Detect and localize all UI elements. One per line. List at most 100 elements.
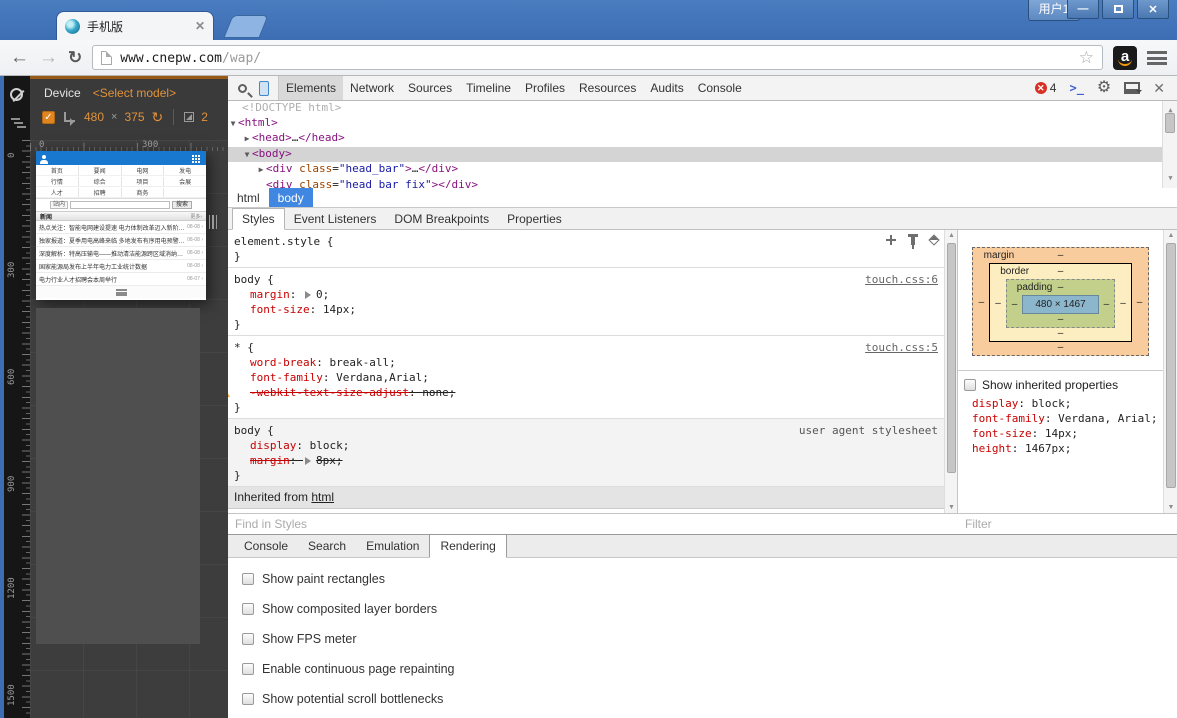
scroll-down-icon[interactable]: ▼ (1164, 504, 1177, 511)
stylesheet-link[interactable]: touch.css:6 (865, 272, 938, 287)
metrics-filter-input[interactable] (958, 514, 1177, 534)
pin-icon[interactable] (911, 236, 915, 245)
scroll-down-icon[interactable]: ▼ (945, 504, 958, 511)
device-model-select[interactable]: <Select model> (93, 86, 176, 100)
apps-grid-icon[interactable] (192, 155, 194, 157)
crumb-body[interactable]: body (269, 188, 313, 207)
scroll-thumb[interactable] (947, 243, 956, 473)
devtools-close-icon[interactable]: ✕ (1153, 80, 1165, 97)
settings-gear-icon[interactable]: ⚙ (1097, 80, 1111, 96)
scroll-down-icon[interactable]: ▼ (1163, 171, 1177, 186)
css-property[interactable]: margin0 (234, 287, 938, 302)
tab-event-listeners[interactable]: Event Listeners (285, 209, 386, 229)
tab-close-icon[interactable]: ✕ (195, 19, 205, 33)
device-height-field[interactable]: 375 (124, 110, 144, 124)
computed-property[interactable]: displayblock (972, 396, 1159, 411)
back-button[interactable]: ← (10, 48, 29, 67)
element-state-icon[interactable] (928, 234, 939, 245)
mobile-search-input[interactable] (70, 201, 170, 209)
tree-row-div-headbar[interactable]: ▶<div class="head_bar">…</div> (228, 162, 1177, 178)
css-property[interactable]: font-familyVerdana,Arial (234, 370, 938, 385)
style-rule-body-useragent[interactable]: user agent stylesheet body displayblock … (228, 419, 944, 487)
nav-link[interactable]: 综合 (79, 177, 122, 186)
fps-meter-checkbox[interactable] (242, 633, 254, 645)
error-count-badge[interactable]: ✕ 4 (1035, 81, 1057, 95)
css-property[interactable]: font-size14px (234, 302, 938, 317)
section-more-link[interactable]: 更多› (190, 213, 202, 220)
expand-shorthand-icon[interactable] (305, 457, 315, 465)
tab-sources[interactable]: Sources (401, 76, 459, 100)
expand-arrow[interactable]: ▶ (256, 163, 266, 178)
address-bar[interactable]: www.cnepw.com/wap/ ☆ (92, 45, 1103, 70)
nav-link[interactable]: 项目 (122, 177, 165, 186)
style-rule-element[interactable]: element.style (228, 230, 944, 268)
forward-button[interactable]: → (39, 48, 58, 67)
device-width-field[interactable]: 480 (84, 110, 104, 124)
computed-property[interactable]: height1467px (972, 441, 1159, 456)
css-property[interactable]: displayblock (234, 438, 938, 453)
rotate-refresh-icon[interactable]: ↻ (152, 110, 164, 124)
show-inherited-checkbox[interactable] (964, 379, 976, 391)
maximize-button[interactable] (1102, 0, 1134, 19)
drawer-tab-console[interactable]: Console (234, 535, 298, 557)
drawer-tab-emulation[interactable]: Emulation (356, 535, 429, 557)
drawer-tab-search[interactable]: Search (298, 535, 356, 557)
tab-dom-breakpoints[interactable]: DOM Breakpoints (385, 209, 498, 229)
style-rule-star-touchcss[interactable]: touch.css:5 * word-breakbreak-all font-f… (228, 336, 944, 419)
layers-icon[interactable] (11, 118, 25, 130)
style-rule-body-touchcss[interactable]: touch.css:6 body margin0 font-size14px (228, 268, 944, 336)
nav-link[interactable]: 商务 (122, 188, 165, 197)
device-mode-icon[interactable] (259, 81, 269, 96)
mobile-footer-menu[interactable] (36, 286, 206, 298)
news-item[interactable]: 独家报道：夏季用电高峰来临 多地发布有序用电预警通知 08-08 › (36, 234, 206, 247)
news-item[interactable]: 热点关注：智能电网建设提速 电力体制改革迈入新阶段，高效节能 08-08 › (36, 221, 206, 234)
nav-link[interactable]: 行情 (36, 177, 79, 186)
css-property-disabled[interactable]: margin8px (234, 453, 938, 468)
scroll-bottlenecks-checkbox[interactable] (242, 693, 254, 705)
news-item[interactable]: 深度解析：特高压输电——推动清洁能源跨区域消纳提速 08-08 › (36, 247, 206, 260)
expand-arrow[interactable]: ▼ (242, 148, 252, 163)
scroll-up-icon[interactable]: ▲ (945, 232, 958, 239)
tab-profiles[interactable]: Profiles (518, 76, 572, 100)
news-item[interactable]: 国家能源局发布上半年电力工业统计数据 08-08 › (36, 260, 206, 273)
find-in-styles-input[interactable] (228, 514, 958, 534)
tree-row-div-headbarfix[interactable]: <div class="head_bar_fix"></div> (228, 178, 1177, 188)
minimize-button[interactable]: — (1067, 0, 1099, 19)
tab-console[interactable]: Console (691, 76, 749, 100)
tree-row-head[interactable]: ▶<head>…</head> (228, 131, 1177, 147)
tree-scrollbar[interactable]: ▲ ▼ (1162, 101, 1177, 188)
expand-arrow[interactable]: ▼ (228, 117, 238, 132)
new-tab-button[interactable] (223, 15, 268, 38)
user-icon[interactable] (41, 158, 46, 162)
box-model-padding[interactable]: padding– – 480 × 1467 – – (1006, 279, 1115, 328)
stylesheet-link[interactable]: touch.css:5 (865, 340, 938, 355)
expand-arrow[interactable]: ▶ (242, 132, 252, 147)
mobile-search-button[interactable]: 搜索 (172, 201, 192, 209)
scroll-thumb[interactable] (1166, 243, 1176, 488)
inspect-element-icon[interactable] (238, 84, 247, 93)
nav-link[interactable]: 发电 (164, 166, 206, 175)
fit-screen-icon[interactable] (184, 112, 194, 122)
inherited-html-link[interactable]: html (311, 490, 334, 504)
viewport-resize-handle[interactable] (209, 215, 217, 229)
console-drawer-icon[interactable]: >_ (1069, 81, 1083, 95)
styles-scrollbar[interactable]: ▲ ▼ (944, 230, 957, 513)
device-pixel-ratio[interactable]: 2 (201, 110, 208, 124)
crumb-html[interactable]: html (228, 188, 269, 207)
nav-link[interactable]: 首页 (36, 166, 79, 175)
tab-styles[interactable]: Styles (232, 208, 285, 230)
drawer-tab-rendering[interactable]: Rendering (429, 534, 506, 558)
box-model-border[interactable]: border– – padding– – 480 × 1467 (989, 263, 1132, 342)
box-model-margin[interactable]: margin– – border– – padding– (972, 247, 1150, 356)
scroll-thumb[interactable] (1165, 113, 1175, 133)
scroll-up-icon[interactable]: ▲ (1164, 232, 1177, 239)
tab-elements[interactable]: Elements (279, 76, 343, 100)
emulated-page-viewport[interactable]: 首页 要闻 电网 发电 行情 综合 项目 会展 人才 招聘 商务 (36, 151, 206, 300)
expand-shorthand-icon[interactable] (305, 291, 315, 299)
tree-row-body-selected[interactable]: ▼<body> (228, 147, 1177, 163)
continuous-repaint-checkbox[interactable] (242, 663, 254, 675)
tab-resources[interactable]: Resources (572, 76, 643, 100)
computed-property[interactable]: font-familyVerdana, Arial (972, 411, 1159, 426)
add-style-rule-icon[interactable] (886, 235, 896, 245)
browser-tab[interactable]: 手机版 ✕ (56, 11, 214, 40)
